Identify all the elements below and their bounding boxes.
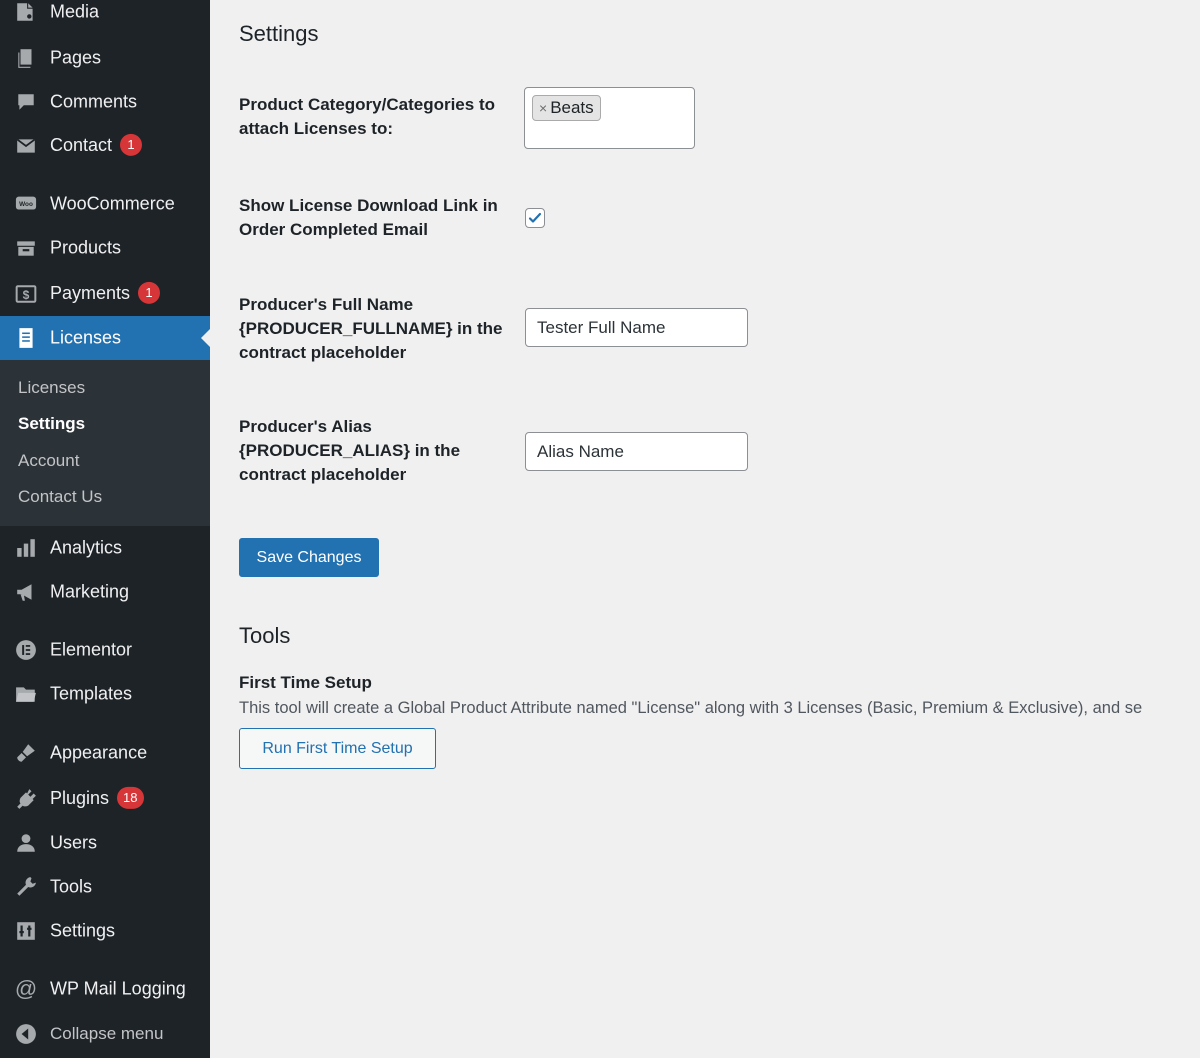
sidebar-item-label: Media: [50, 1, 100, 22]
sidebar-item-label: Payments 1: [50, 282, 161, 305]
sidebar-item-label: Contact 1: [50, 134, 143, 157]
sidebar-item-comments[interactable]: Comments: [0, 80, 210, 124]
sidebar-item-label: Comments: [50, 91, 138, 112]
brush-icon: [14, 741, 38, 765]
folder-icon: [14, 682, 38, 706]
sidebar-item-label: Elementor: [50, 639, 133, 660]
sidebar-item-plugins[interactable]: Plugins 18: [0, 777, 210, 821]
sidebar-item-label: Pages: [50, 47, 102, 68]
sidebar-item-licenses[interactable]: Licenses: [0, 316, 210, 360]
sidebar-item-products[interactable]: Products: [0, 226, 210, 270]
category-field-label: Product Category/Categories to attach Li…: [239, 95, 495, 138]
alias-input[interactable]: [525, 432, 748, 471]
sidebar-item-settings[interactable]: Settings: [0, 909, 210, 953]
plugin-icon: [14, 787, 38, 811]
svg-text:Woo: Woo: [19, 201, 33, 208]
checkmark-icon: [528, 212, 542, 223]
submenu-item-account[interactable]: Account: [18, 451, 79, 471]
sidebar-item-pages[interactable]: Pages: [0, 36, 210, 80]
submenu-item-contact-us[interactable]: Contact Us: [18, 487, 102, 507]
submenu-item-licenses[interactable]: Licenses: [18, 378, 85, 398]
alias-field-label: Producer's Alias {PRODUCER_ALIAS} in the…: [239, 417, 461, 484]
at-icon: @: [14, 976, 38, 1001]
megaphone-icon: [14, 580, 38, 604]
payments-icon: $: [14, 282, 38, 306]
elementor-icon: [14, 638, 38, 662]
sidebar-item-label: Licenses: [50, 327, 122, 348]
submenu-item-settings[interactable]: Settings: [18, 414, 85, 434]
sidebar-item-analytics[interactable]: Analytics: [0, 526, 210, 570]
notification-badge: 18: [117, 787, 144, 810]
notification-badge: 1: [138, 282, 161, 305]
notification-badge: 1: [120, 134, 143, 157]
sidebar-item-label: WP Mail Logging: [50, 978, 186, 999]
main-content: Settings Product Category/Categories to …: [210, 0, 1200, 1058]
sidebar-item-label: Tools: [50, 876, 93, 897]
admin-sidebar: Media Pages Comments Contact 1 Woo WooCom…: [0, 0, 210, 1058]
products-icon: [14, 236, 38, 260]
user-icon: [14, 831, 38, 855]
sidebar-item-label: Marketing: [50, 581, 130, 602]
fullname-input[interactable]: [525, 308, 748, 347]
media-icon: [14, 0, 38, 24]
tools-heading: Tools: [239, 623, 291, 648]
sidebar-item-users[interactable]: Users: [0, 821, 210, 865]
download-link-field-label: Show License Download Link in Order Comp…: [239, 196, 498, 239]
selected-category-tag: × Beats: [532, 95, 601, 121]
woocommerce-icon: Woo: [14, 192, 38, 216]
sidebar-item-label: Settings: [50, 920, 116, 941]
sidebar-item-elementor[interactable]: Elementor: [0, 628, 210, 672]
licenses-icon: [14, 326, 38, 350]
fullname-field-label: Producer's Full Name {PRODUCER_FULLNAME}…: [239, 295, 503, 362]
sidebar-item-label: Collapse menu: [50, 1024, 164, 1043]
settings-heading: Settings: [239, 21, 319, 46]
category-multiselect[interactable]: × Beats: [524, 87, 695, 149]
sidebar-item-label: WooCommerce: [50, 193, 175, 214]
comments-icon: [14, 90, 38, 114]
sidebar-item-templates[interactable]: Templates: [0, 672, 210, 716]
sidebar-item-tools[interactable]: Tools: [0, 865, 210, 909]
sidebar-item-contact[interactable]: Contact 1: [0, 124, 210, 168]
sidebar-item-label: Products: [50, 237, 122, 258]
svg-text:$: $: [23, 288, 30, 302]
analytics-icon: [14, 536, 38, 560]
mail-icon: [14, 134, 38, 158]
sidebar-item-label: Plugins 18: [50, 787, 144, 810]
sidebar-item-marketing[interactable]: Marketing: [0, 570, 210, 614]
collapse-icon: [14, 1022, 38, 1046]
sidebar-item-label: Analytics: [50, 537, 123, 558]
download-link-checkbox[interactable]: [525, 208, 545, 228]
sidebar-item-label: Appearance: [50, 742, 148, 763]
sidebar-item-media[interactable]: Media: [0, 0, 210, 34]
remove-tag-icon[interactable]: ×: [539, 100, 547, 116]
sidebar-item-label: Users: [50, 832, 98, 853]
sidebar-item-woocommerce[interactable]: Woo WooCommerce: [0, 182, 210, 226]
licenses-submenu: Licenses Settings Account Contact Us: [0, 360, 210, 526]
collapse-menu-button[interactable]: Collapse menu: [0, 1012, 210, 1056]
sidebar-item-wp-mail-logging[interactable]: @ WP Mail Logging: [0, 967, 210, 1011]
tag-label: Beats: [550, 98, 594, 117]
settings-icon: [14, 919, 38, 943]
wrench-icon: [14, 875, 38, 899]
sidebar-item-label: Templates: [50, 683, 133, 704]
pages-icon: [14, 46, 38, 70]
first-time-setup-description: This tool will create a Global Product A…: [239, 699, 1143, 717]
active-indicator: [201, 329, 210, 347]
run-first-time-setup-button[interactable]: Run First Time Setup: [239, 728, 436, 769]
sidebar-item-payments[interactable]: $ Payments 1: [0, 272, 210, 316]
sidebar-item-appearance[interactable]: Appearance: [0, 731, 210, 775]
save-changes-button[interactable]: Save Changes: [239, 538, 379, 577]
first-time-setup-title: First Time Setup: [239, 673, 372, 692]
